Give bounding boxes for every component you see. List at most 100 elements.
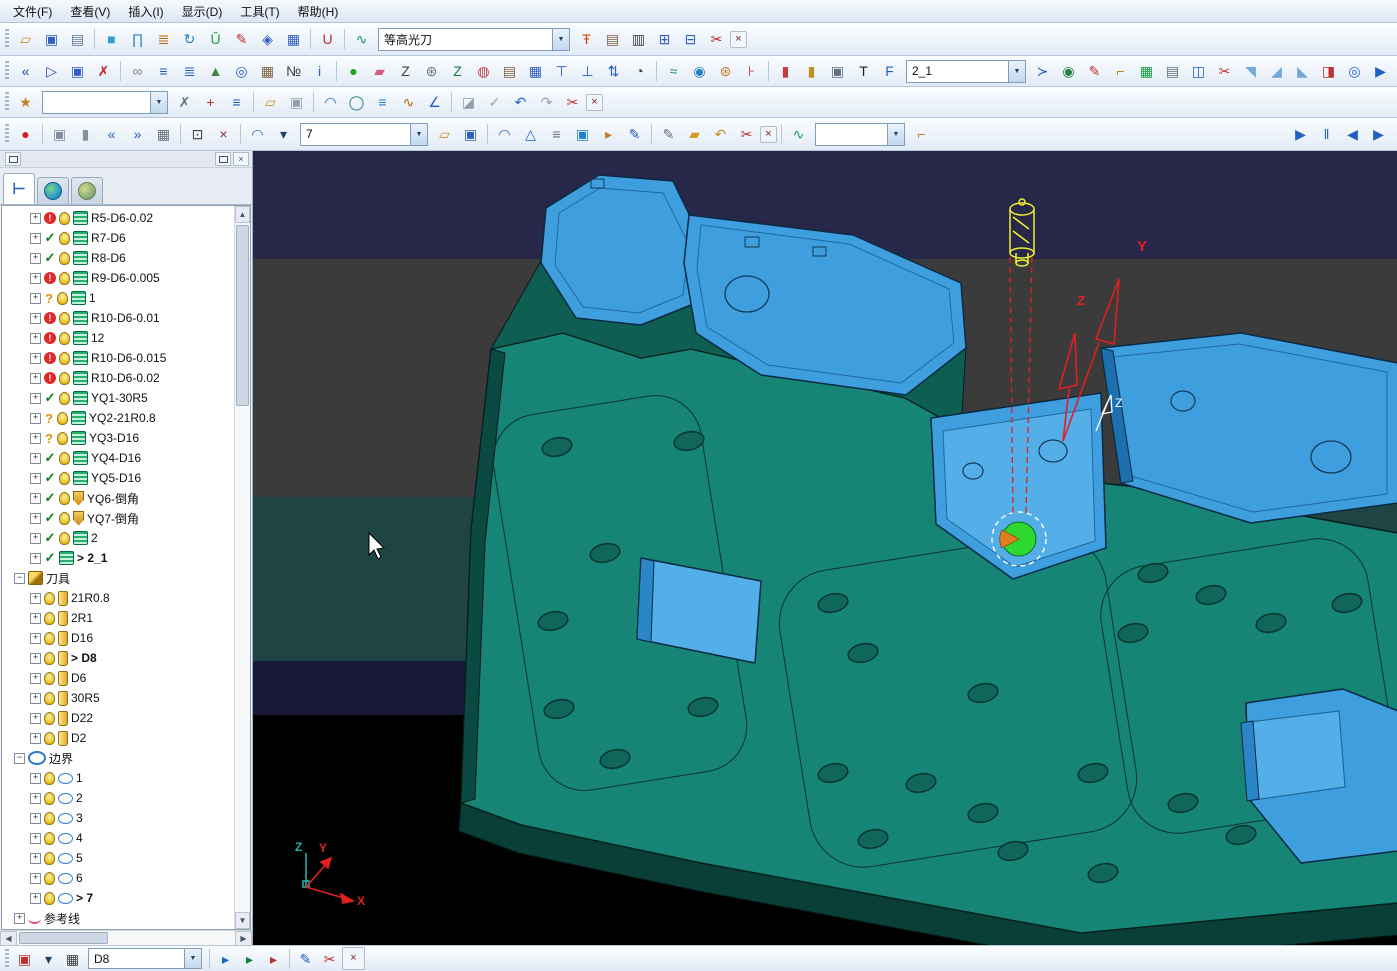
expand-icon[interactable]: + [30,532,41,544]
zoom-region-icon[interactable]: ⊡ [185,122,210,147]
redo-icon[interactable]: ↷ [534,90,559,115]
fly-preview-icon[interactable]: ≻ [1030,59,1055,84]
visibility-bulb-icon[interactable] [57,431,68,445]
visibility-bulb-icon[interactable] [59,211,70,225]
menu-tools[interactable]: 工具(T) [231,1,288,22]
expand-icon[interactable]: + [30,432,41,444]
toolbar-grip[interactable] [5,92,9,112]
draw-red-icon[interactable]: ✎ [1082,59,1107,84]
visibility-bulb-icon[interactable] [59,271,70,285]
toolbar3-close-button[interactable]: × [586,93,603,111]
tree-item-YQ5-D16[interactable]: + ✓ YQ5-D16 [2,468,234,488]
tree-item-D16[interactable]: + D16 [2,628,234,648]
snapshot-icon[interactable]: ▦ [151,122,176,147]
info-icon[interactable]: i [307,59,332,84]
scale-ruler-icon[interactable]: ▥ [626,27,651,52]
u-axis-green-icon[interactable]: Ŭ [203,27,228,52]
expand-icon[interactable]: + [30,512,41,524]
play-simulation-icon[interactable]: ▶ [1288,122,1313,147]
axis-frame-icon[interactable]: ⊦ [739,59,764,84]
visibility-bulb-icon[interactable] [59,371,70,385]
expand-icon[interactable]: + [30,632,41,644]
expand-icon[interactable]: + [30,472,41,484]
machining-tree[interactable]: +! R5-D6-0.02 + ✓ R7-D6 + ✓ R8-D6 +! R9-D6-0.005 +… [2,206,234,929]
layer-blue-icon[interactable]: ≡ [370,90,395,115]
pattern-dropdown[interactable]: ▼ [815,122,905,146]
parameter-table-icon[interactable]: ▦ [281,27,306,52]
tree-item-label[interactable]: 3 [76,811,83,825]
toolbar1-close-button[interactable]: × [730,30,747,48]
expand-icon[interactable]: + [30,212,41,224]
zoom-close-icon[interactable]: × [211,122,236,147]
tree-item-label[interactable]: YQ5-D16 [91,471,141,485]
align-edges-icon[interactable]: ≣ [151,27,176,52]
expand-icon[interactable]: + [14,912,25,924]
expand-icon[interactable]: + [30,452,41,464]
visibility-bulb-icon[interactable] [59,331,70,345]
probe-green-icon[interactable]: ▸ [238,947,261,970]
visibility-bulb-icon[interactable] [59,311,70,325]
polygon-select-icon[interactable]: △ [518,122,543,147]
tree-item-D2[interactable]: + D2 [2,728,234,748]
close-panel-icon[interactable]: × [233,152,249,166]
visibility-bulb-icon[interactable] [44,631,55,645]
tree-item-label[interactable]: 2 [91,531,98,545]
visibility-bulb-icon[interactable] [44,651,55,665]
tree-item-2[interactable]: +2 [2,788,234,808]
expand-icon[interactable]: + [30,612,41,624]
tree-item-label[interactable]: R10-D6-0.015 [91,351,166,365]
tree-item-30R5[interactable]: +30R5 [2,688,234,708]
scroll-left-icon[interactable]: ◀ [0,930,17,946]
chevron-down-icon[interactable]: ▼ [1008,60,1025,82]
ring-pair-icon[interactable]: ◎ [1342,59,1367,84]
stock-grid-icon[interactable]: ▦ [255,59,280,84]
cut-path-scissors-icon[interactable]: ✂ [318,947,341,970]
expand-icon[interactable]: + [30,872,41,884]
angle-measure-icon[interactable]: ∠ [422,90,447,115]
scroll-track[interactable] [17,931,235,945]
tree-item-label[interactable]: > 7 [76,891,93,905]
tree-item-label[interactable]: 12 [91,331,104,345]
nav-prev-icon[interactable]: « [99,122,124,147]
nav-first-icon[interactable]: « [13,59,38,84]
nav-open-doc-icon[interactable]: ▷ [39,59,64,84]
tree-item-21R0.8[interactable]: +21R0.8 [2,588,234,608]
current-tool-dropdown[interactable]: D8 ▼ [88,948,202,969]
erase-yellow-icon[interactable]: ▰ [682,122,707,147]
tree-item-12[interactable]: +! 12 [2,328,234,348]
tree-item-3[interactable]: +3 [2,808,234,828]
sheet-report-icon[interactable]: ▤ [1160,59,1185,84]
expand-icon[interactable]: + [30,892,41,904]
cut-scissors-icon[interactable]: ✂ [560,90,585,115]
expand-icon[interactable]: + [30,592,41,604]
toolbar-grip[interactable] [5,124,9,144]
chevron-down-icon[interactable]: ▼ [184,949,201,968]
expand-icon[interactable]: + [30,812,41,824]
link-chain-icon[interactable]: ∞ [125,59,150,84]
expand-icon[interactable]: + [30,852,41,864]
tree-item-label[interactable]: YQ3-D16 [89,431,139,445]
compare-halves-icon[interactable]: ◨ [1316,59,1341,84]
visibility-bulb-icon[interactable] [57,291,68,305]
visibility-bulb-icon[interactable] [44,891,55,905]
tree-item-YQ1-30R5[interactable]: + ✓ YQ1-30R5 [2,388,234,408]
world-stamp-icon[interactable]: ◉ [1056,59,1081,84]
count-123-icon[interactable]: № [281,59,306,84]
scroll-track[interactable] [235,223,250,912]
tree-item-2[interactable]: + ✓ 2 [2,528,234,548]
solid-red-icon[interactable]: ▮ [773,59,798,84]
boundary-dropdown[interactable]: 7 ▼ [300,122,428,146]
simulate-time-icon[interactable]: ◔ [627,59,652,84]
mesh-globe-icon[interactable]: ◉ [687,59,712,84]
tree-item-label[interactable]: D22 [71,711,93,725]
grid-reduce-icon[interactable]: ⊟ [678,27,703,52]
save-file-icon[interactable]: ▣ [39,27,64,52]
tree-item-label[interactable]: 边界 [49,750,73,767]
tree-item-R10-D6-0.015[interactable]: +! R10-D6-0.015 [2,348,234,368]
green-wave-icon[interactable]: ∿ [786,122,811,147]
visibility-bulb-icon[interactable] [57,411,68,425]
tree-item-D8[interactable]: + > D8 [2,648,234,668]
nc-checker-icon[interactable]: ▦ [61,947,84,970]
tree-item-1[interactable]: +1 [2,768,234,788]
tree-item-label[interactable]: 1 [76,771,83,785]
